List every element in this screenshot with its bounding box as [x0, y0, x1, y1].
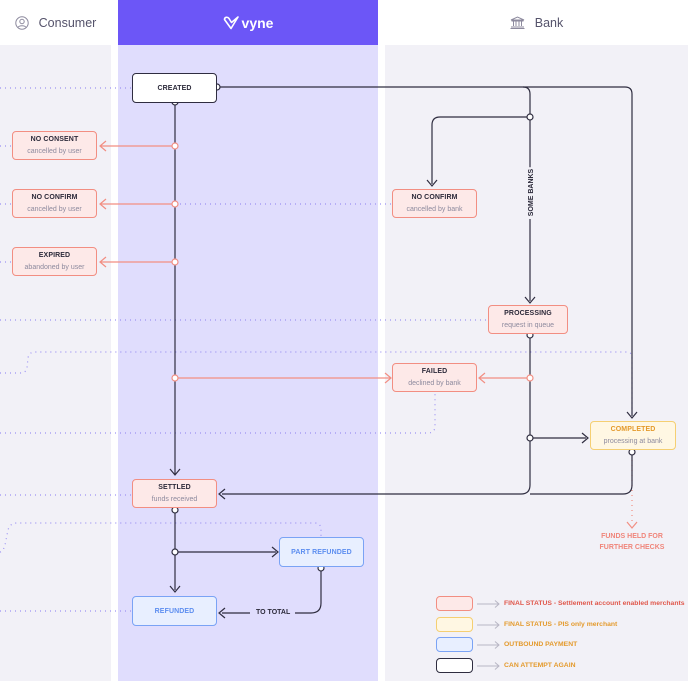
node-no-confirm-user-title: NO CONFIRM: [31, 194, 78, 201]
node-expired[interactable]: EXPIRED abandoned by user: [12, 247, 97, 276]
node-settled-subtitle: funds received: [151, 496, 198, 503]
node-failed[interactable]: FAILED declined by bank: [392, 363, 477, 392]
dot-failed-vyne: [171, 374, 179, 382]
legend-label: FINAL STATUS - Settlement account enable…: [504, 600, 685, 607]
node-no-consent[interactable]: NO CONSENT cancelled by user: [12, 131, 97, 160]
funds-held-arrowhead: [626, 521, 638, 529]
node-no-confirm-bank[interactable]: NO CONFIRM cancelled by bank: [392, 189, 477, 218]
dot-failed-bank: [526, 374, 534, 382]
node-expired-subtitle: abandoned by user: [24, 264, 85, 271]
dot-no-consent: [171, 142, 179, 150]
failure-lines: [99, 140, 530, 384]
node-no-consent-title: NO CONSENT: [30, 136, 79, 143]
dot-refund-split: [171, 548, 179, 556]
node-completed[interactable]: COMPLETED processing at bank: [590, 421, 676, 450]
node-completed-title: COMPLETED: [610, 426, 656, 433]
edge-no-confirm-bank: [431, 116, 530, 184]
edge-processing-settled: [222, 334, 531, 495]
legend-swatch: [436, 658, 473, 673]
legend-item: CAN ATTEMPT AGAIN: [436, 658, 576, 673]
flow-diagram: [0, 83, 638, 619]
edge-label-some-banks: SOME BANKS: [528, 166, 536, 219]
node-created-title: CREATED: [157, 84, 192, 92]
edge-created-completed: [523, 86, 633, 416]
legend-swatch: [436, 596, 473, 611]
node-expired-title: EXPIRED: [38, 252, 71, 259]
legend-item: FINAL STATUS - PIS only merchant: [436, 617, 617, 632]
failure-dots: [171, 142, 534, 382]
node-created[interactable]: CREATED: [132, 73, 217, 103]
node-part-refunded[interactable]: PART REFUNDED: [279, 537, 364, 567]
arrow-right-icon: [477, 661, 500, 670]
edge-label-to-total: TO TOTAL: [256, 609, 291, 616]
edge-part-refunded-refunded: [222, 568, 322, 614]
dot-expired: [171, 258, 179, 266]
legend-label: FINAL STATUS - PIS only merchant: [504, 621, 618, 628]
legend-label: OUTBOUND PAYMENT: [504, 641, 578, 648]
legend-label: CAN ATTEMPT AGAIN: [504, 662, 576, 669]
node-refunded[interactable]: REFUNDED: [132, 596, 217, 626]
legend-item: FINAL STATUS - Settlement account enable…: [436, 596, 685, 611]
edge-created-bank: [217, 86, 531, 117]
dotted-guide-completed: [0, 351, 633, 415]
dotted-guide-failed: [0, 392, 436, 434]
arrow-right-icon: [477, 620, 500, 629]
node-processing-subtitle: request in queue: [501, 322, 555, 329]
legend-item: OUTBOUND PAYMENT: [436, 637, 577, 652]
node-processing[interactable]: PROCESSING request in queue: [488, 305, 568, 334]
node-no-confirm-bank-title: NO CONFIRM: [411, 194, 458, 201]
note-funds-held: FUNDS HELD FOR FURTHER CHECKS: [599, 533, 665, 551]
node-refunded-title: REFUNDED: [154, 607, 195, 615]
dotted-guides: [0, 87, 633, 612]
node-no-confirm-user-subtitle: cancelled by user: [27, 206, 82, 213]
arrow-right-icon: [477, 640, 500, 649]
node-processing-title: PROCESSING: [504, 310, 552, 317]
node-failed-title: FAILED: [421, 368, 448, 375]
node-settled-title: SETTLED: [158, 484, 191, 491]
node-failed-subtitle: declined by bank: [408, 380, 461, 387]
legend-swatch: [436, 617, 473, 632]
edge-completed-settled: [530, 451, 633, 495]
arrow-right-icon: [477, 599, 500, 608]
dot-processing-completed: [526, 434, 534, 442]
node-part-refunded-title: PART REFUNDED: [291, 548, 352, 556]
node-no-confirm-bank-subtitle: cancelled by bank: [406, 206, 463, 213]
node-no-confirm-user[interactable]: NO CONFIRM cancelled by user: [12, 189, 97, 218]
node-no-consent-subtitle: cancelled by user: [27, 148, 82, 155]
flow-lines: [174, 86, 633, 614]
dot-bank-split: [526, 113, 534, 121]
legend-swatch: [436, 637, 473, 652]
node-completed-subtitle: processing at bank: [603, 438, 663, 445]
dot-no-confirm-user: [171, 200, 179, 208]
node-settled[interactable]: SETTLED funds received: [132, 479, 217, 508]
